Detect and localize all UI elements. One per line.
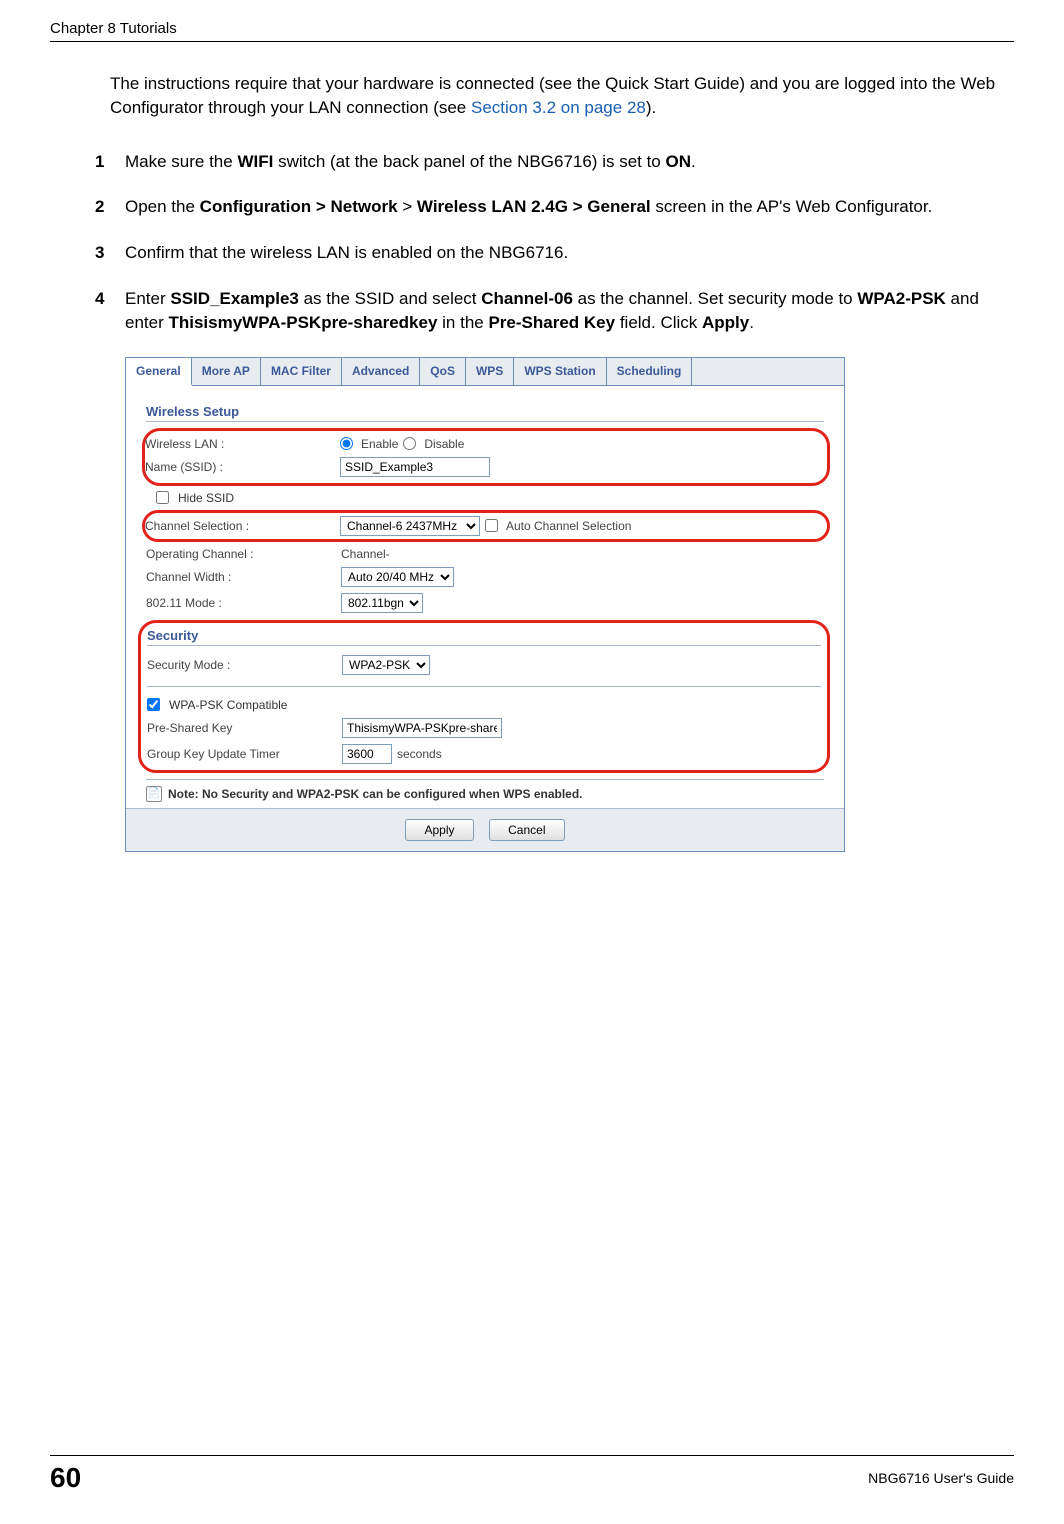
hide-ssid-checkbox[interactable]	[156, 491, 169, 504]
tab-bar: General More AP MAC Filter Advanced QoS …	[126, 358, 844, 386]
section-link[interactable]: Section 3.2 on page 28	[471, 98, 646, 117]
step-number: 3	[95, 241, 125, 265]
tab-advanced[interactable]: Advanced	[342, 358, 420, 385]
step-3: 3 Confirm that the wireless LAN is enabl…	[95, 241, 1004, 265]
psk-input[interactable]	[342, 718, 502, 738]
intro-paragraph: The instructions require that your hardw…	[110, 72, 1004, 120]
timer-unit: seconds	[397, 747, 442, 761]
auto-channel-label: Auto Channel Selection	[506, 519, 631, 533]
security-mode-label: Security Mode :	[147, 658, 342, 672]
config-screenshot: General More AP MAC Filter Advanced QoS …	[125, 357, 845, 852]
tab-wps-station[interactable]: WPS Station	[514, 358, 606, 385]
ssid-input[interactable]	[340, 457, 490, 477]
highlight-wlan-ssid: Wireless LAN : Enable Disable Name (SSID…	[142, 428, 830, 486]
wireless-setup-heading: Wireless Setup	[146, 404, 824, 422]
apply-button[interactable]: Apply	[405, 819, 473, 841]
highlight-security: Security Security Mode : WPA2-PSK WPA-PS…	[138, 620, 830, 773]
note-text: Note: No Security and WPA2-PSK can be co…	[168, 787, 583, 801]
wlan-label: Wireless LAN :	[145, 437, 340, 451]
channel-sel-label: Channel Selection :	[145, 519, 340, 533]
tab-qos[interactable]: QoS	[420, 358, 466, 385]
step-number: 4	[95, 287, 125, 335]
mode-select[interactable]: 802.11bgn	[341, 593, 423, 613]
channel-select[interactable]: Channel-6 2437MHz	[340, 516, 480, 536]
channel-width-select[interactable]: Auto 20/40 MHz	[341, 567, 454, 587]
step-text: Open the Configuration > Network > Wirel…	[125, 195, 1004, 219]
intro-text-2: ).	[646, 98, 656, 117]
tab-mac-filter[interactable]: MAC Filter	[261, 358, 342, 385]
enable-label: Enable	[361, 437, 398, 451]
button-bar: Apply Cancel	[126, 808, 844, 851]
disable-label: Disable	[424, 437, 464, 451]
page-footer: 60 NBG6716 User's Guide	[50, 1455, 1014, 1494]
tab-wps[interactable]: WPS	[466, 358, 514, 385]
ssid-label: Name (SSID) :	[145, 460, 340, 474]
tab-general[interactable]: General	[126, 358, 192, 386]
security-mode-select[interactable]: WPA2-PSK	[342, 655, 430, 675]
timer-input[interactable]	[342, 744, 392, 764]
wlan-disable-radio[interactable]	[403, 437, 416, 450]
auto-channel-checkbox[interactable]	[485, 519, 498, 532]
step-text: Make sure the WIFI switch (at the back p…	[125, 150, 1004, 174]
wpa-compat-checkbox[interactable]	[147, 698, 160, 711]
tab-more-ap[interactable]: More AP	[192, 358, 261, 385]
footer-guide: NBG6716 User's Guide	[110, 1470, 1014, 1486]
note-icon: 📄	[146, 786, 162, 802]
step-text: Confirm that the wireless LAN is enabled…	[125, 241, 1004, 265]
op-channel-value: Channel-	[341, 547, 390, 561]
step-number: 1	[95, 150, 125, 174]
wpa-compat-label: WPA-PSK Compatible	[169, 698, 287, 712]
tab-scheduling[interactable]: Scheduling	[607, 358, 693, 385]
step-1: 1 Make sure the WIFI switch (at the back…	[95, 150, 1004, 174]
channel-width-label: Channel Width :	[146, 570, 341, 584]
note-row: 📄 Note: No Security and WPA2-PSK can be …	[146, 779, 824, 808]
step-2: 2 Open the Configuration > Network > Wir…	[95, 195, 1004, 219]
page-number: 60	[50, 1462, 110, 1494]
security-heading: Security	[147, 628, 821, 646]
hide-ssid-label: Hide SSID	[178, 491, 234, 505]
step-number: 2	[95, 195, 125, 219]
psk-label: Pre-Shared Key	[147, 721, 342, 735]
wlan-enable-radio[interactable]	[340, 437, 353, 450]
cancel-button[interactable]: Cancel	[489, 819, 564, 841]
highlight-channel: Channel Selection : Channel-6 2437MHz Au…	[142, 510, 830, 542]
timer-label: Group Key Update Timer	[147, 747, 342, 761]
op-channel-label: Operating Channel :	[146, 547, 341, 561]
page-header: Chapter 8 Tutorials	[50, 20, 1014, 42]
step-text: Enter SSID_Example3 as the SSID and sele…	[125, 287, 1004, 335]
chapter-label: Chapter 8 Tutorials	[50, 20, 177, 37]
mode-label: 802.11 Mode :	[146, 596, 341, 610]
step-4: 4 Enter SSID_Example3 as the SSID and se…	[95, 287, 1004, 335]
